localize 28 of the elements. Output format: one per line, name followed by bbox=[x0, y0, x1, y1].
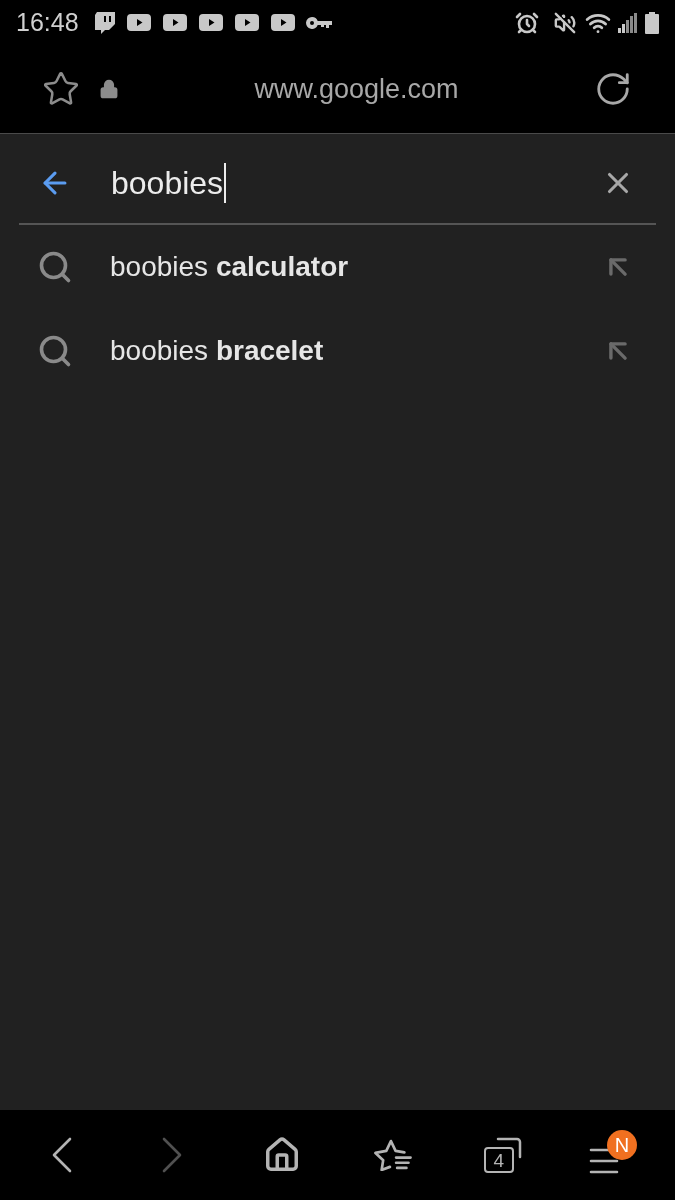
battery-icon bbox=[645, 11, 659, 34]
play-button-icon bbox=[270, 14, 295, 31]
signal-bars-icon bbox=[618, 12, 637, 33]
chevron-right-icon bbox=[162, 1137, 183, 1173]
star-list-icon bbox=[373, 1139, 412, 1171]
suggestion-text: boobies bracelet bbox=[110, 337, 325, 365]
search-icon bbox=[37, 333, 73, 369]
search-field[interactable]: boobies bbox=[111, 158, 601, 207]
clock-time: 16:48 bbox=[16, 10, 79, 35]
lock-icon bbox=[99, 79, 119, 99]
suggestion-item[interactable]: boobies calculator bbox=[0, 225, 675, 309]
search-icon bbox=[37, 249, 73, 285]
key-icon bbox=[305, 16, 332, 29]
star-icon[interactable] bbox=[42, 70, 80, 108]
reload-icon[interactable] bbox=[594, 70, 632, 108]
notification-badge: N bbox=[606, 1130, 637, 1160]
play-button-icon bbox=[234, 14, 259, 31]
chat-bubble-icon bbox=[94, 11, 115, 34]
play-button-icon bbox=[126, 14, 151, 31]
url-text[interactable]: www.google.com bbox=[254, 75, 459, 103]
play-button-icon bbox=[162, 14, 187, 31]
suggestion-item[interactable]: boobies bracelet bbox=[0, 309, 675, 393]
chevron-left-icon bbox=[52, 1137, 73, 1173]
alarm-clock-icon bbox=[515, 10, 539, 35]
muted-speaker-icon bbox=[554, 11, 576, 34]
tabs-button[interactable]: 4 bbox=[474, 1127, 531, 1183]
play-button-icon bbox=[198, 14, 223, 31]
suggestion-text: boobies calculator bbox=[110, 253, 350, 281]
